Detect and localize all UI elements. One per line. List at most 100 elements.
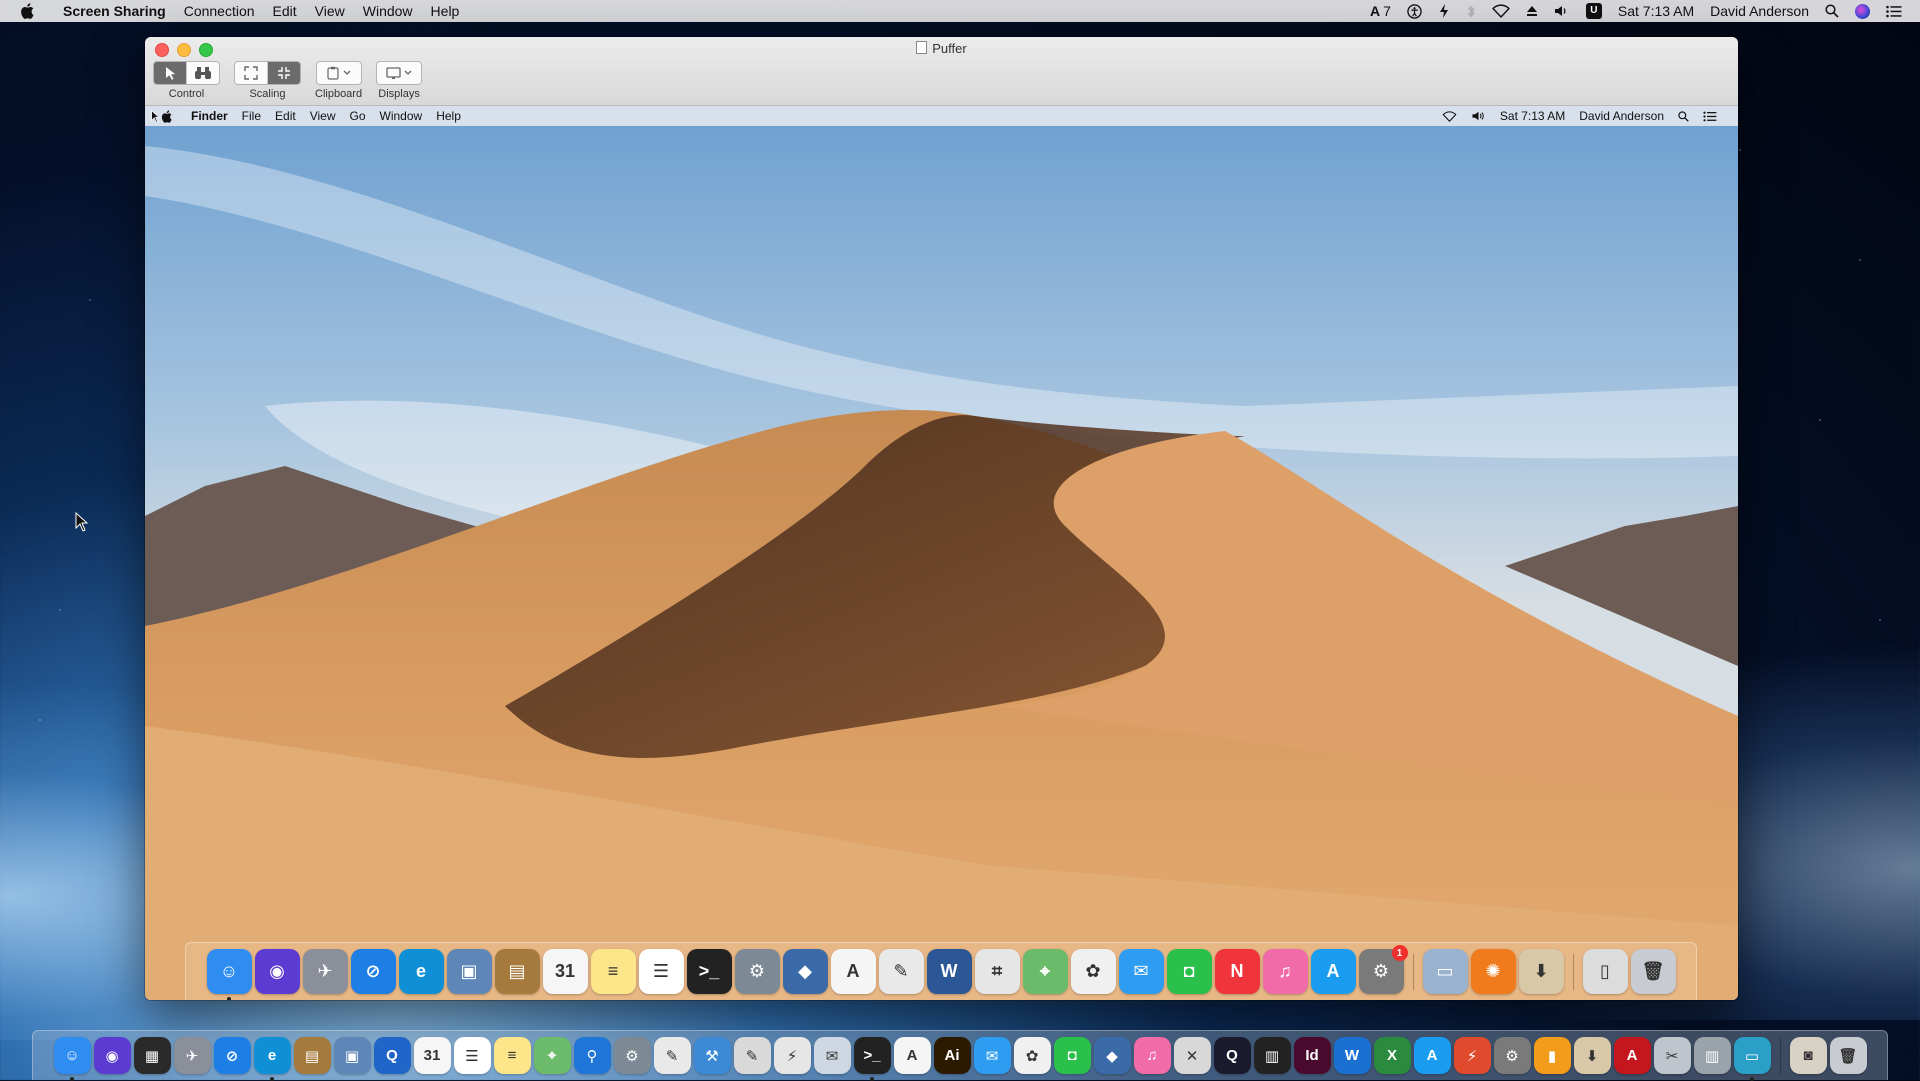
remote-menu-view[interactable]: View bbox=[303, 109, 343, 123]
remote-menu-go[interactable]: Go bbox=[343, 109, 373, 123]
remote-dock-itunes-icon[interactable]: ♫ bbox=[1262, 949, 1308, 994]
dock-xcode-icon[interactable]: ⚒ bbox=[693, 1037, 731, 1074]
menubar-user[interactable]: David Anderson bbox=[1702, 0, 1817, 22]
dock-launchpad-icon[interactable]: ✈ bbox=[173, 1037, 211, 1074]
dock-tools-icon[interactable]: ✂ bbox=[1653, 1037, 1691, 1074]
displays-menu-button[interactable] bbox=[377, 62, 421, 84]
dock-virtualbox-icon[interactable]: ◆ bbox=[1093, 1037, 1131, 1074]
dock-books-icon[interactable]: ▮ bbox=[1533, 1037, 1571, 1074]
dock-indesign-icon[interactable]: Id bbox=[1293, 1037, 1331, 1074]
remote-dock-app-store-icon[interactable]: A bbox=[1310, 949, 1356, 994]
remote-dock-messages-icon[interactable]: ✉ bbox=[1118, 949, 1164, 994]
dock-location-icon[interactable]: ⚲ bbox=[573, 1037, 611, 1074]
remote-user[interactable]: David Anderson bbox=[1572, 109, 1671, 123]
scale-to-fit-button[interactable] bbox=[268, 62, 300, 84]
menu-edit[interactable]: Edit bbox=[264, 0, 306, 22]
eject-icon[interactable] bbox=[1518, 5, 1546, 17]
dock-windows-icon[interactable]: ▦ bbox=[133, 1037, 171, 1074]
remote-dock-utility-icon[interactable]: ⚙ bbox=[734, 949, 780, 994]
remote-dock-screen-sharing-icon[interactable]: ▭ bbox=[1422, 949, 1468, 994]
remote-screen[interactable]: Finder File Edit View Go Window Help Sat… bbox=[145, 106, 1738, 1000]
volume-icon[interactable] bbox=[1546, 4, 1578, 18]
dock-finder-icon[interactable]: ☺ bbox=[53, 1037, 91, 1081]
spotlight-search-icon[interactable] bbox=[1817, 4, 1847, 18]
dock-terminal-icon[interactable]: >_ bbox=[853, 1037, 891, 1081]
dock-archive-icon[interactable]: ▥ bbox=[1693, 1037, 1731, 1074]
dock-maps-icon[interactable]: ⌖ bbox=[533, 1037, 571, 1074]
observe-mode-button[interactable] bbox=[187, 62, 219, 84]
remote-dock-firefox-icon[interactable]: ✺ bbox=[1470, 949, 1516, 994]
remote-dock-safari-icon[interactable]: ⊘ bbox=[350, 949, 396, 994]
dock-facetime-icon[interactable]: ◘ bbox=[1053, 1037, 1091, 1074]
dock-preview-icon[interactable]: ▣ bbox=[333, 1037, 371, 1074]
dock-notefile-icon[interactable]: ▤ bbox=[293, 1037, 331, 1074]
remote-dock-screenshot-icon[interactable]: ⌗ bbox=[974, 949, 1020, 994]
remote-dock-word-icon[interactable]: W bbox=[926, 949, 972, 994]
remote-volume-icon[interactable] bbox=[1464, 110, 1493, 122]
dock-app-store-icon[interactable]: A bbox=[1413, 1037, 1451, 1074]
dock-notes-icon[interactable]: ≡ bbox=[493, 1037, 531, 1074]
dock-itunes-icon[interactable]: ♫ bbox=[1133, 1037, 1171, 1074]
dock-pages-icon[interactable]: ✎ bbox=[733, 1037, 771, 1074]
dock-reminders-icon[interactable]: ☰ bbox=[453, 1037, 491, 1074]
dock-quicklook-icon[interactable]: Q bbox=[373, 1037, 411, 1074]
remote-dock-terminal-icon[interactable]: >_ bbox=[686, 949, 732, 994]
remote-dock-acrobat-icon[interactable]: A bbox=[830, 949, 876, 994]
notification-center-icon[interactable] bbox=[1878, 5, 1910, 18]
remote-dock-textedit-icon[interactable]: ✎ bbox=[878, 949, 924, 994]
dock-quicktime-icon[interactable]: Q bbox=[1213, 1037, 1251, 1074]
battery-charging-icon[interactable] bbox=[1430, 3, 1458, 19]
remote-dock-preview-icon[interactable]: ▣ bbox=[446, 949, 492, 994]
control-mode-button[interactable] bbox=[154, 62, 187, 84]
window-titlebar[interactable]: Puffer Control Scaling Clipboard Display… bbox=[145, 37, 1738, 106]
menu-window[interactable]: Window bbox=[354, 0, 422, 22]
remote-dock-system-preferences-icon[interactable]: ⚙ 1 bbox=[1358, 945, 1408, 994]
remote-notification-center-icon[interactable] bbox=[1696, 111, 1724, 122]
remote-dock-maps-icon[interactable]: ⌖ bbox=[1022, 949, 1068, 994]
dock-textedit-icon[interactable]: ✎ bbox=[653, 1037, 691, 1074]
remote-menu-edit[interactable]: Edit bbox=[268, 109, 303, 123]
dock-photo-booth-icon[interactable]: ◙ bbox=[1789, 1037, 1827, 1074]
remote-dock-documents-icon[interactable]: ▯ bbox=[1582, 949, 1628, 994]
dock-installer-icon[interactable]: ⬇ bbox=[1573, 1037, 1611, 1074]
dock-utility-icon[interactable]: ⚙ bbox=[613, 1037, 651, 1074]
dock-siri-icon[interactable]: ◉ bbox=[93, 1037, 131, 1074]
input-method-status[interactable]: A 7 bbox=[1362, 0, 1399, 22]
remote-dock-installer-icon[interactable]: ⬇ bbox=[1518, 949, 1564, 994]
dock-network-icon[interactable]: ✕ bbox=[1173, 1037, 1211, 1074]
remote-menu-finder[interactable]: Finder bbox=[184, 109, 235, 123]
remote-dock-launchpad-icon[interactable]: ✈ bbox=[302, 949, 348, 994]
remote-dock-notefile-icon[interactable]: ▤ bbox=[494, 949, 540, 994]
remote-dock-facetime-icon[interactable]: ◘ bbox=[1166, 949, 1212, 994]
menu-view[interactable]: View bbox=[306, 0, 354, 22]
dock-screen-sharing-icon[interactable]: ▭ bbox=[1733, 1037, 1771, 1081]
dock-safari-icon[interactable]: ⊘ bbox=[213, 1037, 251, 1074]
siri-icon[interactable] bbox=[1847, 3, 1878, 19]
remote-apple-menu-icon[interactable] bbox=[161, 109, 172, 123]
dock-tool-icon[interactable]: ⚡ bbox=[773, 1037, 811, 1074]
menu-connection[interactable]: Connection bbox=[175, 0, 264, 22]
remote-spotlight-icon[interactable] bbox=[1671, 110, 1696, 122]
dock-messages-icon[interactable]: ✉ bbox=[973, 1037, 1011, 1074]
bluetooth-icon[interactable] bbox=[1458, 4, 1484, 19]
clipboard-menu-button[interactable] bbox=[317, 62, 361, 84]
dock-photos-icon[interactable]: ✿ bbox=[1013, 1037, 1051, 1074]
menu-help[interactable]: Help bbox=[422, 0, 469, 22]
wifi-icon[interactable] bbox=[1484, 4, 1518, 18]
dock-acrobat-icon[interactable]: A bbox=[893, 1037, 931, 1074]
remote-dock-calendar-icon[interactable]: 31 bbox=[542, 949, 588, 994]
dock-system-preferences-icon[interactable]: ⚙ bbox=[1493, 1037, 1531, 1074]
dock-remote-desktop-icon[interactable]: ⚡ bbox=[1453, 1037, 1491, 1074]
dock-excel-icon[interactable]: X bbox=[1373, 1037, 1411, 1074]
remote-dock-reminders-icon[interactable]: ☰ bbox=[638, 949, 684, 994]
dock-acrobat-pro-icon[interactable]: A bbox=[1613, 1037, 1651, 1074]
menu-app-name[interactable]: Screen Sharing bbox=[54, 0, 175, 22]
remote-menu-file[interactable]: File bbox=[235, 109, 268, 123]
remote-dock-news-icon[interactable]: N bbox=[1214, 949, 1260, 994]
remote-dock-siri-icon[interactable]: ◉ bbox=[254, 949, 300, 994]
apple-menu-icon[interactable] bbox=[18, 0, 36, 22]
remote-dock-trash-icon[interactable]: 🗑 bbox=[1630, 949, 1676, 994]
dock-piano-icon[interactable]: ▥ bbox=[1253, 1037, 1291, 1074]
remote-wifi-icon[interactable] bbox=[1435, 110, 1464, 122]
remote-menu-window[interactable]: Window bbox=[373, 109, 430, 123]
